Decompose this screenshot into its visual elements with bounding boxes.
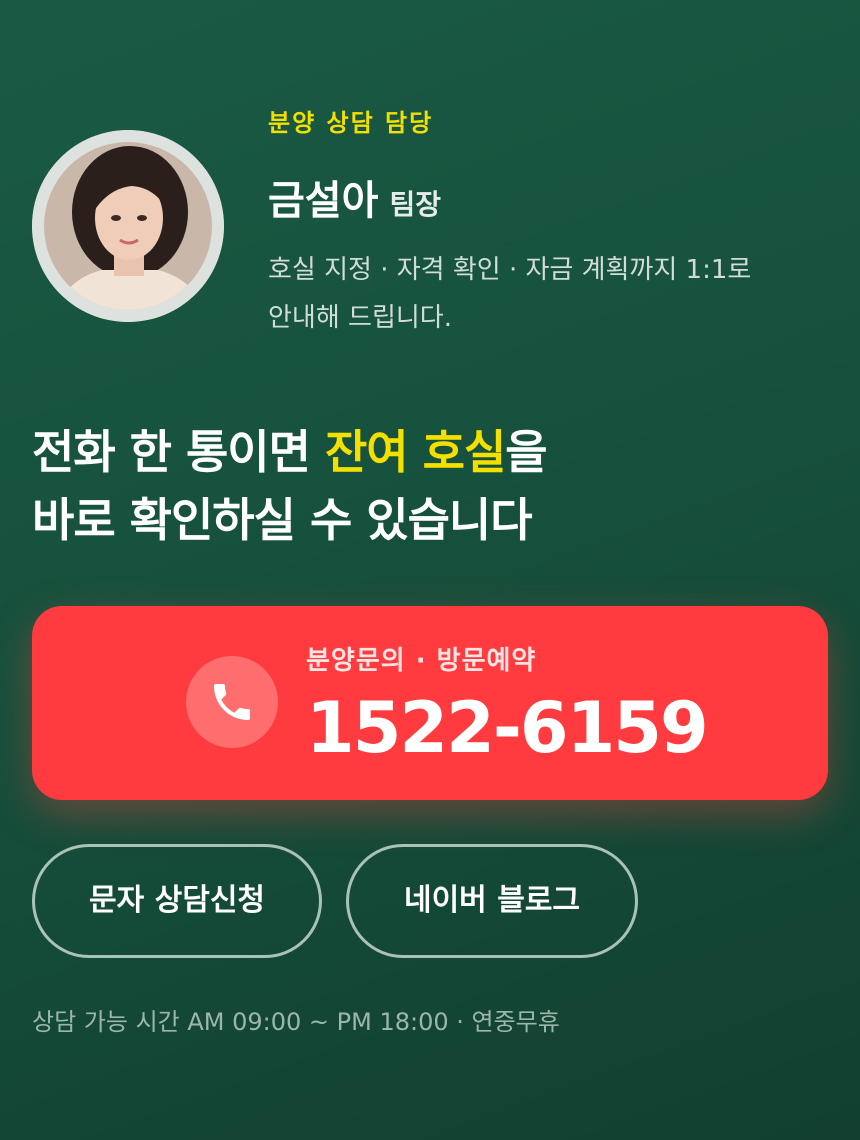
agent-name-row: 금설아 팀장 [268, 172, 828, 230]
headline-highlight: 잔여 호실 [324, 425, 506, 479]
agent-name: 금설아 [268, 178, 379, 224]
agent-info: 분양 상담 담당 금설아 팀장 호실 지정 · 자격 확인 · 자금 계획까지 … [268, 104, 828, 342]
headline-line-1-prefix: 전화 한 통이면 [32, 425, 325, 479]
agent-description-line-2: 안내해 드립니다. [268, 303, 452, 333]
headline-line-1-suffix: 을 [505, 425, 547, 479]
call-label: 분양문의 · 방문예약 [306, 646, 537, 676]
call-number: 1522-6159 [306, 687, 709, 769]
headline-line-1: 전화 한 통이면 잔여 호실을 [32, 418, 828, 486]
headline: 전화 한 통이면 잔여 호실을 바로 확인하실 수 있습니다 [32, 418, 828, 554]
sms-consult-button[interactable]: 문자 상담신청 [32, 844, 322, 958]
agent-description-line-1: 호실 지정 · 자격 확인 · 자금 계획까지 1:1로 [268, 255, 752, 285]
call-button[interactable]: 분양문의 · 방문예약 1522-6159 [32, 606, 828, 800]
phone-icon [186, 656, 278, 748]
agent-description: 호실 지정 · 자격 확인 · 자금 계획까지 1:1로 안내해 드립니다. [268, 246, 828, 342]
headline-line-2: 바로 확인하실 수 있습니다 [32, 493, 533, 547]
consult-hours: 상담 가능 시간 AM 09:00 ~ PM 18:00 · 연중무휴 [32, 1008, 560, 1036]
agent-title: 팀장 [389, 188, 442, 221]
consult-card: 분양 상담 담당 금설아 팀장 호실 지정 · 자격 확인 · 자금 계획까지 … [32, 0, 828, 1140]
naver-blog-button[interactable]: 네이버 블로그 [346, 844, 638, 958]
agent-role: 분양 상담 담당 [268, 109, 434, 137]
agent-avatar [32, 130, 224, 322]
